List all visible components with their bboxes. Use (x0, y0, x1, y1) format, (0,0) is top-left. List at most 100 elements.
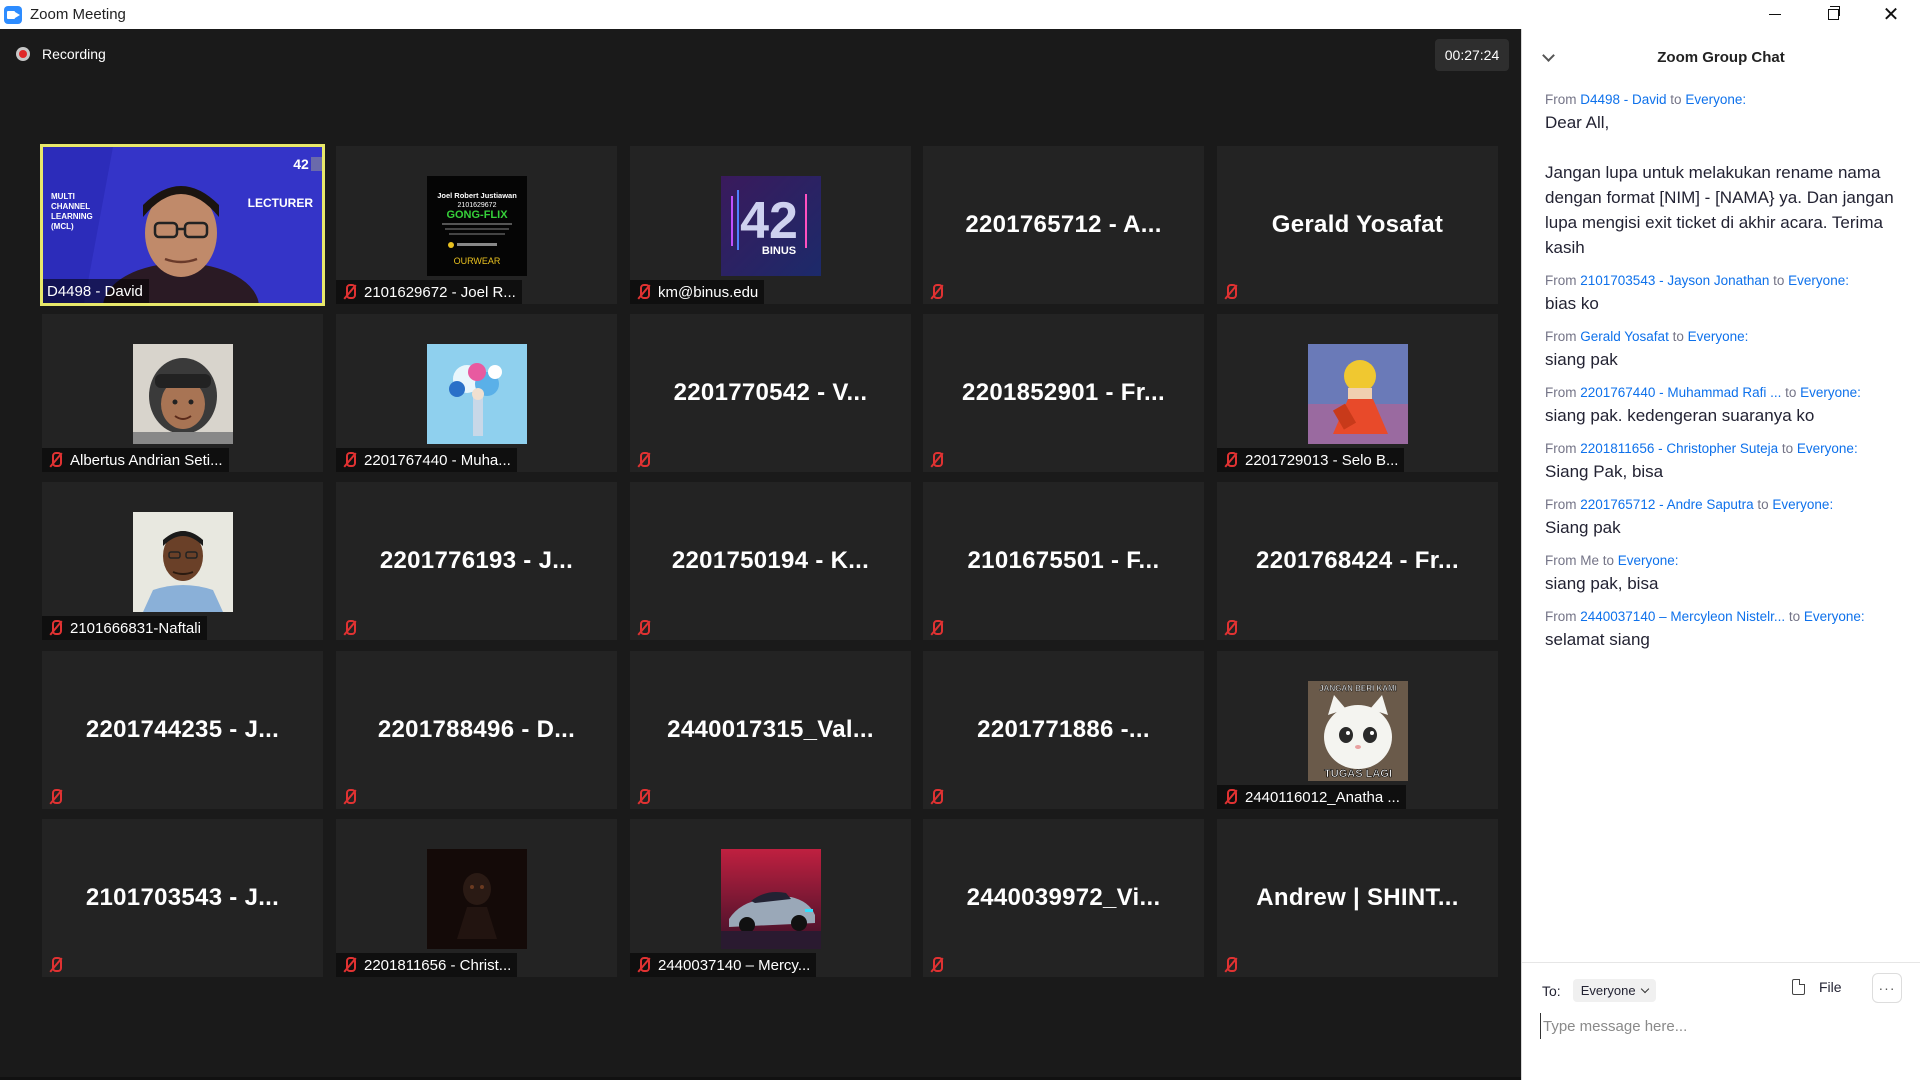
participant-name-bar: Albertus Andrian Seti... (42, 448, 229, 472)
participant-tile[interactable]: 2201765712 - A... (923, 146, 1204, 304)
participant-name-bar: 2201729013 - Selo B... (1217, 448, 1405, 472)
minimize-button[interactable] (1746, 0, 1804, 29)
participant-name: 2201767440 - Muha... (364, 451, 511, 469)
participant-tile[interactable]: 2201776193 - J... (336, 482, 617, 640)
mic-muted-icon (340, 956, 358, 974)
message-header: From D4498 - David to Everyone: (1545, 91, 1905, 108)
participant-name-bar (923, 448, 957, 472)
mic-muted-icon (340, 619, 358, 637)
recipient-name[interactable]: Everyone: (1788, 273, 1849, 288)
participant-tile[interactable]: 2101666831-Naftali (42, 482, 323, 640)
participant-tile[interactable]: MULTI CHANNEL LEARNING (MCL) LECTURER 42… (40, 144, 325, 306)
participant-name-bar: km@binus.edu (630, 280, 765, 304)
chat-message: From 2201767440 - Muhammad Rafi ... to E… (1545, 384, 1905, 428)
participant-tile[interactable]: Gerald Yosafat (1217, 146, 1498, 304)
from-prefix: From (1545, 273, 1581, 288)
chat-header: Zoom Group Chat (1522, 29, 1920, 85)
participant-tile[interactable]: 2440039972_Vi... (923, 819, 1204, 977)
participant-tile[interactable]: JANGAN BERI KAMI TUGAS LAGI 2440116012_A… (1217, 651, 1498, 809)
chevron-down-icon[interactable] (1542, 49, 1555, 62)
svg-text:LEARNING: LEARNING (51, 212, 93, 221)
recipient-name[interactable]: Everyone: (1804, 609, 1865, 624)
participant-name: D4498 - David (47, 282, 143, 300)
message-text: siang pak. kedengeran suaranya ko (1545, 406, 1815, 425)
from-prefix: From (1545, 385, 1581, 400)
participant-name-bar (1217, 616, 1251, 640)
participant-tile[interactable]: 2440017315_Val... (630, 651, 911, 809)
message-text: Siang Pak, bisa (1545, 462, 1664, 481)
participant-name-bar (630, 616, 664, 640)
to-prefix: to (1668, 329, 1688, 344)
participant-name: 2440116012_Anatha ... (1245, 788, 1400, 806)
participant-tile[interactable]: 2201788496 - D... (336, 651, 617, 809)
participant-display-name: 2201768424 - Fr... (1256, 547, 1459, 574)
participant-tile[interactable]: 2201767440 - Muha... (336, 314, 617, 472)
message-input[interactable] (1540, 1013, 1900, 1039)
recipient-name[interactable]: Everyone: (1800, 385, 1861, 400)
svg-text:OURWEAR: OURWEAR (453, 256, 500, 266)
recipient-dropdown[interactable]: Everyone (1572, 979, 1656, 1002)
sender-name[interactable]: Gerald Yosafat (1580, 329, 1669, 344)
sender-name[interactable]: 2201767440 - Muhammad Rafi ... (1580, 385, 1781, 400)
message-text: siang pak (1545, 350, 1618, 369)
sender-name[interactable]: 2201765712 - Andre Saputra (1580, 497, 1753, 512)
participant-display-name: 2201852901 - Fr... (962, 379, 1165, 406)
participant-tile[interactable]: 2201770542 - V... (630, 314, 911, 472)
participant-tile[interactable]: 2201729013 - Selo B... (1217, 314, 1498, 472)
message-header: From Gerald Yosafat to Everyone: (1545, 328, 1905, 345)
participant-tile[interactable]: 42 BINUS km@binus.edu (630, 146, 911, 304)
sender-name[interactable]: 2440037140 – Mercyleon Nistelr... (1580, 609, 1785, 624)
mic-muted-icon (927, 619, 945, 637)
participant-name-bar: 2440116012_Anatha ... (1217, 785, 1406, 809)
participant-display-name: 2201771886 -... (977, 716, 1150, 743)
participant-tile[interactable]: Joel Robert Justiawan 2101629672 GONG-FL… (336, 146, 617, 304)
recording-dot-icon (16, 47, 30, 61)
maximize-button[interactable] (1804, 0, 1862, 29)
recipient-name[interactable]: Everyone: (1685, 92, 1746, 107)
participant-tile[interactable]: 2201768424 - Fr... (1217, 482, 1498, 640)
participant-tile[interactable]: 2201811656 - Christ... (336, 819, 617, 977)
participant-tile[interactable]: 2201750194 - K... (630, 482, 911, 640)
sender-name[interactable]: 2201811656 - Christopher Suteja (1580, 441, 1778, 456)
minimize-icon (1769, 14, 1781, 15)
close-button[interactable]: ✕ (1862, 0, 1920, 29)
chat-message: From Gerald Yosafat to Everyone: siang p… (1545, 328, 1905, 372)
chat-composer: To: Everyone File ··· (1522, 962, 1920, 1080)
participant-name-bar (336, 616, 370, 640)
message-header: From 2201767440 - Muhammad Rafi ... to E… (1545, 384, 1905, 401)
recipient-name[interactable]: Everyone: (1688, 329, 1749, 344)
participant-tile[interactable]: 2101703543 - J... (42, 819, 323, 977)
participant-tile[interactable]: 2201744235 - J... (42, 651, 323, 809)
svg-text:BINUS: BINUS (761, 245, 795, 257)
recipient-name[interactable]: Everyone: (1618, 553, 1679, 568)
participant-name: 2101629672 - Joel R... (364, 283, 516, 301)
recipient-name[interactable]: Everyone: (1797, 441, 1858, 456)
participant-tile[interactable]: 2201771886 -... (923, 651, 1204, 809)
chevron-down-icon (1640, 984, 1649, 994)
to-prefix: to (1769, 273, 1789, 288)
sender-name[interactable]: 2101703543 - Jayson Jonathan (1580, 273, 1769, 288)
from-prefix: From (1545, 609, 1581, 624)
participant-name: 2201729013 - Selo B... (1245, 451, 1399, 469)
message-header: From Me to Everyone: (1545, 552, 1905, 569)
participant-avatar (132, 512, 233, 612)
message-text: Siang pak (1545, 518, 1621, 537)
sender-name[interactable]: D4498 - David (1580, 92, 1666, 107)
participant-tile[interactable]: 2440037140 – Mercy... (630, 819, 911, 977)
recording-indicator[interactable]: Recording (16, 46, 106, 62)
svg-text:2101629672: 2101629672 (457, 202, 496, 209)
participant-name-bar: 2101666831-Naftali (42, 616, 207, 640)
to-prefix: to (1781, 385, 1801, 400)
participant-name-bar: 2440037140 – Mercy... (630, 953, 817, 977)
window-controls: ✕ (1746, 0, 1920, 29)
more-options-button[interactable]: ··· (1872, 973, 1902, 1003)
participant-tile[interactable]: Andrew | SHINT... (1217, 819, 1498, 977)
participant-tile[interactable]: Albertus Andrian Seti... (42, 314, 323, 472)
recipient-name[interactable]: Everyone: (1772, 497, 1833, 512)
participant-tile[interactable]: 2201852901 - Fr... (923, 314, 1204, 472)
participant-name: 2440037140 – Mercy... (658, 956, 811, 974)
mic-muted-icon (340, 788, 358, 806)
participant-tile[interactable]: 2101675501 - F... (923, 482, 1204, 640)
file-button[interactable]: File (1792, 979, 1842, 995)
participant-display-name: Gerald Yosafat (1271, 211, 1444, 238)
